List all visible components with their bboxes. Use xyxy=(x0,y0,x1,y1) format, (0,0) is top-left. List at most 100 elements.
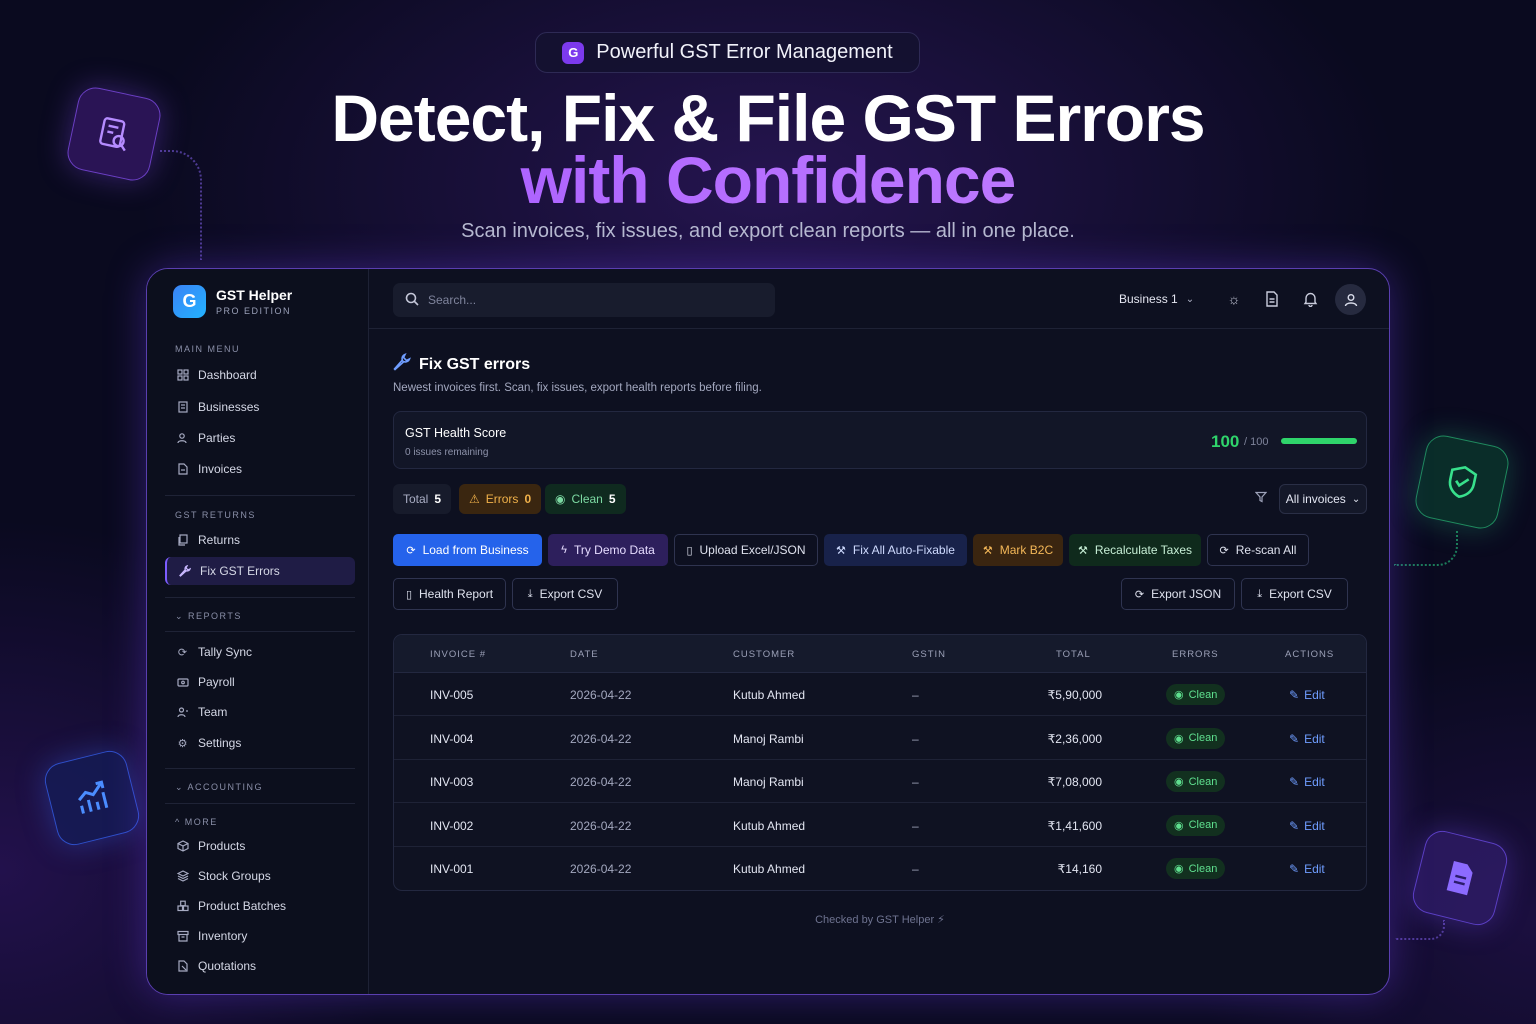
edit-button[interactable]: ✎ Edit xyxy=(1289,732,1325,746)
check-circle-icon: ◉ xyxy=(1174,819,1184,832)
invoice-total: ₹14,160 xyxy=(1057,862,1102,876)
search-input[interactable]: Search... xyxy=(393,283,775,317)
sidebar-item-stock-groups[interactable]: Stock Groups xyxy=(165,862,355,890)
export-csv-button-right[interactable]: ⤓ Export CSV xyxy=(1241,578,1348,610)
hero-subtitle: Scan invoices, fix issues, and export cl… xyxy=(461,220,1075,242)
sidebar-item-fix-gst-errors[interactable]: Fix GST Errors xyxy=(165,557,355,585)
avatar[interactable] xyxy=(1335,284,1366,315)
export-json-button[interactable]: ⟳ Export JSON xyxy=(1121,578,1235,610)
upload-button[interactable]: ▯ Upload Excel/JSON xyxy=(674,534,818,566)
sidebar-item-invoices[interactable]: Invoices xyxy=(165,455,355,483)
bell-icon[interactable] xyxy=(1301,290,1319,308)
customer-name: Kutub Ahmed xyxy=(733,688,806,702)
hero-headline-accent: with Confidence xyxy=(0,142,1536,218)
button-label: Health Report xyxy=(419,587,494,601)
document-icon[interactable] xyxy=(1263,290,1281,308)
errors-chip[interactable]: ⚠ Errors 0 xyxy=(459,484,542,514)
sidebar-item-team[interactable]: Team xyxy=(165,698,355,726)
section-label-more[interactable]: ^ MORE xyxy=(175,817,218,827)
chevron-down-icon: ⌄ xyxy=(175,782,188,792)
clean-chip[interactable]: ◉ Clean 5 xyxy=(545,484,626,514)
pencil-icon: ✎ xyxy=(1289,818,1300,833)
gstin-value: – xyxy=(912,862,919,876)
sidebar-item-product-batches[interactable]: Product Batches xyxy=(165,892,355,920)
business-selector[interactable]: Business 1 ⌄ xyxy=(1119,292,1194,306)
sidebar-item-parties[interactable]: Parties xyxy=(165,424,355,452)
gstin-value: – xyxy=(912,818,919,833)
sidebar-item-payroll[interactable]: Payroll xyxy=(165,668,355,696)
fix-all-button[interactable]: ⚒ Fix All Auto-Fixable xyxy=(824,534,967,566)
section-label-reports[interactable]: ⌄ REPORTS xyxy=(175,611,242,622)
brand-mark-icon: G xyxy=(562,41,585,64)
column-header[interactable]: DATE xyxy=(570,649,599,660)
export-csv-button[interactable]: ⤓ Export CSV xyxy=(512,578,618,610)
status-text: Clean xyxy=(1188,732,1218,744)
edit-button[interactable]: ✎ Edit xyxy=(1289,775,1325,789)
load-from-business-button[interactable]: ⟳ Load from Business xyxy=(393,534,542,566)
sun-icon[interactable]: ☼ xyxy=(1225,290,1243,308)
invoice-table: INVOICE # DATE CUSTOMER GSTIN TOTAL ERRO… xyxy=(393,634,1367,891)
sidebar-item-products[interactable]: Products xyxy=(165,832,355,860)
edit-label: Edit xyxy=(1304,862,1325,876)
archive-icon xyxy=(176,930,189,943)
sidebar-item-label: Inventory xyxy=(198,929,248,943)
total-chip[interactable]: Total 5 xyxy=(393,484,452,514)
column-header[interactable]: ERRORS xyxy=(1172,649,1219,660)
column-header[interactable]: INVOICE # xyxy=(430,649,486,660)
sidebar-item-label: Team xyxy=(198,705,228,719)
sidebar-item-label: Stock Groups xyxy=(198,869,271,883)
column-header[interactable]: TOTAL xyxy=(1056,649,1091,660)
button-label: Export JSON xyxy=(1151,587,1222,601)
status-text: Clean xyxy=(1188,775,1218,788)
sidebar-item-quotations[interactable]: Quotations xyxy=(165,952,355,980)
pencil-icon: ✎ xyxy=(1289,775,1300,789)
customer-name: Manoj Rambi xyxy=(733,775,804,789)
sidebar-item-businesses[interactable]: Businesses xyxy=(165,393,355,421)
section-label-gst-returns: GST RETURNS xyxy=(175,510,256,520)
divider xyxy=(165,495,355,496)
edit-label: Edit xyxy=(1304,818,1325,833)
recalculate-taxes-button[interactable]: ⚒ Recalculate Taxes xyxy=(1069,534,1201,566)
copy-icon xyxy=(176,534,189,547)
column-header[interactable]: ACTIONS xyxy=(1285,649,1334,660)
invoice-number: INV-004 xyxy=(430,731,474,746)
check-circle-icon: ◉ xyxy=(555,492,566,506)
invoice-date: 2026-04-22 xyxy=(570,731,632,746)
health-score-title: GST Health Score xyxy=(405,426,507,440)
divider xyxy=(165,768,355,769)
chart-growth-icon xyxy=(41,747,143,849)
invoice-date: 2026-04-22 xyxy=(570,818,632,833)
invoice-filter-select[interactable]: All invoices ⌄ xyxy=(1279,484,1367,514)
column-header[interactable]: GSTIN xyxy=(912,649,946,660)
sidebar-item-tally-sync[interactable]: ⟳ Tally Sync xyxy=(165,638,355,666)
total-count: 5 xyxy=(434,492,442,506)
try-demo-data-button[interactable]: ϟ Try Demo Data xyxy=(548,534,668,566)
edit-label: Edit xyxy=(1304,688,1325,702)
button-label: Try Demo Data xyxy=(573,543,655,557)
wrench-icon: ⚒ xyxy=(1077,544,1088,557)
status-text: Clean xyxy=(1188,862,1218,875)
sidebar-item-inventory[interactable]: Inventory xyxy=(165,922,355,950)
user-icon xyxy=(1344,293,1357,306)
sidebar-item-settings[interactable]: ⚙ Settings xyxy=(165,729,355,757)
errors-label: Errors xyxy=(485,492,519,506)
search-placeholder: Search... xyxy=(428,293,477,307)
edit-button[interactable]: ✎ Edit xyxy=(1289,862,1325,876)
wrench-icon: ⚒ xyxy=(982,544,993,557)
reports-label: REPORTS xyxy=(188,611,242,621)
status-badge: ◉ Clean xyxy=(1166,684,1226,705)
hero-pill-text: Powerful GST Error Management xyxy=(596,41,893,63)
rescan-all-button[interactable]: ⟳ Re-scan All xyxy=(1207,534,1309,566)
sidebar-item-returns[interactable]: Returns xyxy=(165,526,355,554)
sidebar-item-dashboard[interactable]: Dashboard xyxy=(165,361,355,389)
mark-b2c-button[interactable]: ⚒ Mark B2C xyxy=(973,534,1063,566)
column-header[interactable]: CUSTOMER xyxy=(733,649,795,660)
brand[interactable]: G GST Helper PRO EDITION xyxy=(173,285,292,318)
sidebar-item-label: Parties xyxy=(198,431,236,445)
section-label-accounting[interactable]: ⌄ ACCOUNTING xyxy=(175,782,263,793)
health-report-button[interactable]: ▯ Health Report xyxy=(393,578,506,610)
connector-line xyxy=(1395,920,1445,940)
gstin-value: – xyxy=(912,688,919,702)
edit-button[interactable]: ✎ Edit xyxy=(1289,819,1325,833)
edit-button[interactable]: ✎ Edit xyxy=(1289,688,1325,702)
